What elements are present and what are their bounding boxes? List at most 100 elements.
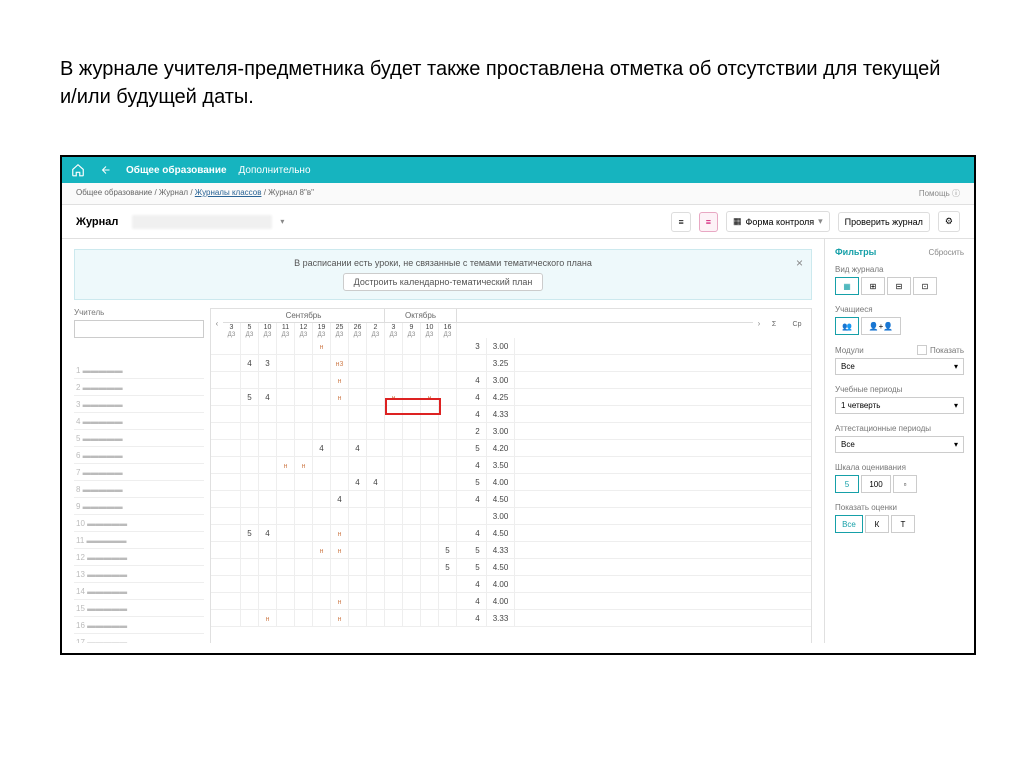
grade-cell[interactable] [259, 423, 277, 439]
prev-month-icon[interactable]: ‹ [211, 309, 223, 338]
date-cell[interactable]: 10 [421, 323, 439, 332]
modules-select[interactable]: Все▾ [835, 358, 964, 375]
grade-cell[interactable] [223, 576, 241, 592]
grade-cell[interactable]: 5 [439, 542, 457, 558]
grade-cell[interactable] [277, 610, 295, 626]
grade-cell[interactable] [223, 389, 241, 405]
grade-cell[interactable] [277, 406, 295, 422]
grade-cell[interactable] [331, 474, 349, 490]
grade-cell[interactable] [385, 423, 403, 439]
grade-cell[interactable] [349, 593, 367, 609]
grade-cell[interactable] [313, 491, 331, 507]
grade-cell[interactable] [403, 440, 421, 456]
grade-cell[interactable] [277, 389, 295, 405]
grade-cell[interactable]: н [313, 338, 331, 354]
grade-cell[interactable] [277, 491, 295, 507]
grade-cell[interactable] [367, 542, 385, 558]
grade-cell[interactable] [241, 576, 259, 592]
grade-cell[interactable] [295, 355, 313, 371]
grade-cell[interactable] [421, 440, 439, 456]
grade-cell[interactable] [313, 423, 331, 439]
grade-cell[interactable] [367, 355, 385, 371]
grade-cell[interactable] [421, 508, 439, 524]
date-cell[interactable]: 26 [349, 323, 367, 332]
grade-cell[interactable] [367, 559, 385, 575]
grade-cell[interactable] [295, 338, 313, 354]
grade-cell[interactable] [313, 474, 331, 490]
grade-cell[interactable] [421, 355, 439, 371]
grade-cell[interactable] [295, 559, 313, 575]
grades-t-btn[interactable]: Т [891, 515, 915, 533]
grade-cell[interactable] [403, 610, 421, 626]
grade-cell[interactable] [367, 372, 385, 388]
grade-cell[interactable] [259, 338, 277, 354]
grade-cell[interactable] [223, 593, 241, 609]
grade-cell[interactable] [277, 508, 295, 524]
grade-cell[interactable] [223, 525, 241, 541]
grade-cell[interactable] [259, 372, 277, 388]
date-cell[interactable]: 11 [277, 323, 295, 332]
grade-cell[interactable] [241, 508, 259, 524]
view-opt4-btn[interactable]: ⊡ [913, 277, 937, 295]
breadcrumb-link[interactable]: Журналы классов [195, 188, 262, 197]
grade-cell[interactable] [295, 440, 313, 456]
date-cell[interactable]: 10 [259, 323, 277, 332]
grade-cell[interactable] [313, 389, 331, 405]
view-opt2-btn[interactable]: ⊞ [861, 277, 885, 295]
grade-cell[interactable] [367, 525, 385, 541]
grade-cell[interactable]: н [313, 542, 331, 558]
grade-cell[interactable] [367, 423, 385, 439]
grade-cell[interactable] [313, 559, 331, 575]
grade-cell[interactable] [403, 508, 421, 524]
grade-cell[interactable]: 4 [349, 440, 367, 456]
check-journal-btn[interactable]: Проверить журнал [838, 212, 930, 232]
grade-cell[interactable] [223, 355, 241, 371]
grade-cell[interactable] [349, 355, 367, 371]
grade-cell[interactable] [349, 389, 367, 405]
grade-cell[interactable] [367, 593, 385, 609]
grade-cell[interactable] [349, 576, 367, 592]
grade-cell[interactable]: н [259, 610, 277, 626]
grade-cell[interactable] [241, 491, 259, 507]
close-icon[interactable]: × [796, 256, 803, 270]
scale-chart-btn[interactable]: ▫ [893, 475, 917, 493]
grade-cell[interactable] [223, 338, 241, 354]
reset-link[interactable]: Сбросить [928, 248, 964, 257]
grade-cell[interactable] [403, 525, 421, 541]
grade-cell[interactable]: н3 [331, 355, 349, 371]
grade-cell[interactable]: 4 [331, 491, 349, 507]
grade-cell[interactable] [349, 559, 367, 575]
grade-cell[interactable] [403, 491, 421, 507]
grade-cell[interactable]: 4 [367, 474, 385, 490]
grade-cell[interactable] [223, 372, 241, 388]
grade-cell[interactable] [295, 542, 313, 558]
grade-cell[interactable]: 4 [241, 355, 259, 371]
date-cell[interactable]: 19 [313, 323, 331, 332]
grade-cell[interactable]: н [331, 593, 349, 609]
grade-cell[interactable] [277, 338, 295, 354]
grade-cell[interactable] [439, 338, 457, 354]
grade-cell[interactable] [223, 457, 241, 473]
grade-cell[interactable] [259, 474, 277, 490]
grade-cell[interactable] [385, 474, 403, 490]
grade-cell[interactable] [421, 372, 439, 388]
date-cell[interactable]: 2 [367, 323, 385, 332]
grade-cell[interactable]: н [331, 372, 349, 388]
teacher-select[interactable] [74, 320, 204, 338]
grade-cell[interactable] [385, 525, 403, 541]
grade-cell[interactable]: 5 [241, 389, 259, 405]
grade-cell[interactable] [277, 423, 295, 439]
grade-cell[interactable]: 4 [259, 525, 277, 541]
students-filter-btn[interactable]: 👤+👤 [861, 317, 901, 335]
grade-cell[interactable] [241, 542, 259, 558]
view-btn-2[interactable]: ≡ [699, 212, 718, 232]
grade-cell[interactable] [259, 542, 277, 558]
grade-cell[interactable] [223, 610, 241, 626]
grade-cell[interactable] [421, 423, 439, 439]
date-cell[interactable]: 3 [223, 323, 241, 332]
grade-cell[interactable] [259, 406, 277, 422]
grade-cell[interactable] [313, 406, 331, 422]
back-icon[interactable] [98, 162, 114, 178]
date-cell[interactable]: 16 [439, 323, 457, 332]
periods-select[interactable]: 1 четверть▾ [835, 397, 964, 414]
